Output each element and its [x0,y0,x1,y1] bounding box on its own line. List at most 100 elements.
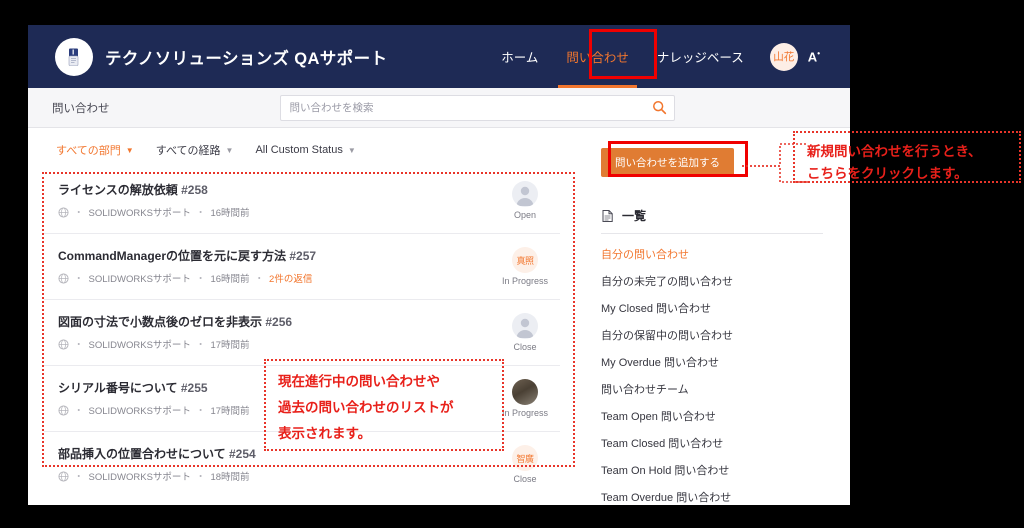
view-item-team-open[interactable]: Team Open 問い合わせ [601,408,850,424]
language-dot: • [817,48,820,58]
add-ticket-button[interactable]: 問い合わせを追加する [601,148,734,177]
view-item-my-tickets[interactable]: 自分の問い合わせ [601,246,850,262]
chevron-down-icon: ▼ [225,145,234,155]
meta-separator: ・ [254,274,265,285]
chevron-down-icon: ▼ [347,145,356,155]
ticket-time: 16時間前 [210,208,250,219]
avatar: 真照 [512,247,538,273]
avatar [512,379,538,405]
table-row[interactable]: CommandManagerの位置を元に戻す方法 #257 ・ SOLIDWOR… [44,234,560,300]
views-list: 自分の問い合わせ 自分の未完了の問い合わせ My Closed 問い合わせ 自分… [601,246,850,505]
annotation-callout-ticket-list: 現在進行中の問い合わせや 過去の問い合わせのリストが 表示されます。 [264,359,504,451]
ticket-department: SOLIDWORKSサポート [88,472,191,483]
ticket-title-text: 部品挿入の位置合わせについて [58,447,226,461]
view-item-my-closed[interactable]: My Closed 問い合わせ [601,300,850,316]
avatar[interactable]: 山花 [769,42,798,71]
status-badge: In Progress [501,408,549,418]
ticket-status: 智廣 Close [490,445,560,485]
ticket-title-text: ライセンスの解放依頼 [58,183,178,197]
ticket-meta: ・ SOLIDWORKSサポート ・ 17時間前 [58,337,490,351]
meta-separator: ・ [74,406,84,417]
status-badge: Close [513,474,537,484]
avatar [512,313,538,339]
ticket-main: ライセンスの解放依頼 #258 ・ SOLIDWORKSサポート ・ 16時間前 [58,181,490,219]
ticket-title-text: 図面の寸法で小数点後のゼロを非表示 [58,315,263,329]
language-icon[interactable]: A• [808,49,838,64]
ticket-title: 図面の寸法で小数点後のゼロを非表示 #256 [58,313,490,330]
views-title: 一覧 [622,209,647,223]
ticket-title-text: シリアル番号について [58,381,178,395]
avatar: 智廣 [512,445,538,471]
nav-item-knowledgebase[interactable]: ナレッジベース [643,25,758,88]
globe-icon [58,272,69,284]
status-badge: Open [513,210,537,220]
filter-department[interactable]: すべての部門 ▼ [56,142,134,158]
chevron-down-icon: ▼ [125,145,134,155]
filter-department-label: すべての部門 [56,145,121,157]
ticket-department: SOLIDWORKSサポート [88,406,191,417]
view-item-ticket-team[interactable]: 問い合わせチーム [601,381,850,397]
search-icon[interactable] [652,100,667,115]
ticket-status: Open [490,181,560,221]
nav-item-tickets[interactable]: 問い合わせ [552,25,643,88]
top-header: テクノソリューションズ QAサポート ホーム 問い合わせ ナレッジベース 山花 … [28,25,850,88]
view-item-team-overdue[interactable]: Team Overdue 問い合わせ [601,489,850,505]
ticket-meta: ・ SOLIDWORKSサポート ・ 16時間前 ・ 2件の返信 [58,271,490,285]
globe-icon [58,338,69,350]
ticket-title: ライセンスの解放依頼 #258 [58,181,490,198]
table-row[interactable]: ライセンスの解放依頼 #258 ・ SOLIDWORKSサポート ・ 16時間前… [44,168,560,234]
meta-separator: ・ [74,472,84,483]
ticket-status: Close [490,313,560,353]
ticket-meta: ・ SOLIDWORKSサポート ・ 16時間前 [58,205,490,219]
globe-icon [58,470,69,482]
ticket-status: 真照 In Progress [490,247,560,287]
ticket-time: 17時間前 [210,406,250,417]
book-logo-icon [55,37,93,76]
status-badge: Close [513,342,537,352]
globe-icon [58,404,69,416]
search-container [279,94,675,121]
globe-icon [58,206,69,218]
ticket-number: #257 [289,249,317,263]
meta-separator: ・ [195,340,206,351]
ticket-title-text: CommandManagerの位置を元に戻す方法 [58,249,287,263]
meta-separator: ・ [74,208,84,219]
view-item-my-on-hold[interactable]: 自分の保留中の問い合わせ [601,327,850,343]
ticket-time: 18時間前 [210,472,250,483]
ticket-main: CommandManagerの位置を元に戻す方法 #257 ・ SOLIDWOR… [58,247,490,285]
filter-channel[interactable]: すべての経路 ▼ [156,142,234,158]
breadcrumb: 問い合わせ [52,102,110,115]
view-item-my-unresolved[interactable]: 自分の未完了の問い合わせ [601,273,850,289]
brand-title: テクノソリューションズ QAサポート [105,49,388,68]
views-header: 一覧 [601,207,823,234]
table-row[interactable]: 図面の寸法で小数点後のゼロを非表示 #256 ・ SOLIDWORKSサポート … [44,300,560,366]
meta-separator: ・ [195,208,206,219]
avatar [512,181,538,207]
meta-separator: ・ [195,406,206,417]
ticket-number: #254 [229,447,256,461]
view-item-my-overdue[interactable]: My Overdue 問い合わせ [601,354,850,370]
meta-separator: ・ [74,340,84,351]
ticket-time: 17時間前 [210,340,250,351]
annotation-callout-add-button: 新規問い合わせを行うとき、 こちらをクリックします。 [793,131,1021,183]
ticket-department: SOLIDWORKSサポート [88,208,191,219]
ticket-title: CommandManagerの位置を元に戻す方法 #257 [58,247,490,264]
status-badge: In Progress [501,276,549,286]
filter-bar: すべての部門 ▼ すべての経路 ▼ All Custom Status ▼ [28,128,577,168]
nav-item-home[interactable]: ホーム [487,25,552,88]
ticket-department: SOLIDWORKSサポート [88,340,191,351]
sub-header: 問い合わせ [28,88,850,128]
search-input[interactable] [279,94,675,121]
view-item-team-on-hold[interactable]: Team On Hold 問い合わせ [601,462,850,478]
brand[interactable]: テクノソリューションズ QAサポート [55,37,388,76]
filter-custom-status[interactable]: All Custom Status ▼ [255,144,355,156]
views-list-icon [602,209,613,222]
ticket-department: SOLIDWORKSサポート [88,274,191,285]
ticket-replies[interactable]: 2件の返信 [269,271,312,285]
language-letter: A [807,49,818,65]
ticket-number: #256 [265,315,293,329]
ticket-number: #255 [180,381,208,395]
ticket-time: 16時間前 [210,274,250,285]
view-item-team-closed[interactable]: Team Closed 問い合わせ [601,435,850,451]
screenshot-root: テクノソリューションズ QAサポート ホーム 問い合わせ ナレッジベース 山花 … [0,0,1024,528]
